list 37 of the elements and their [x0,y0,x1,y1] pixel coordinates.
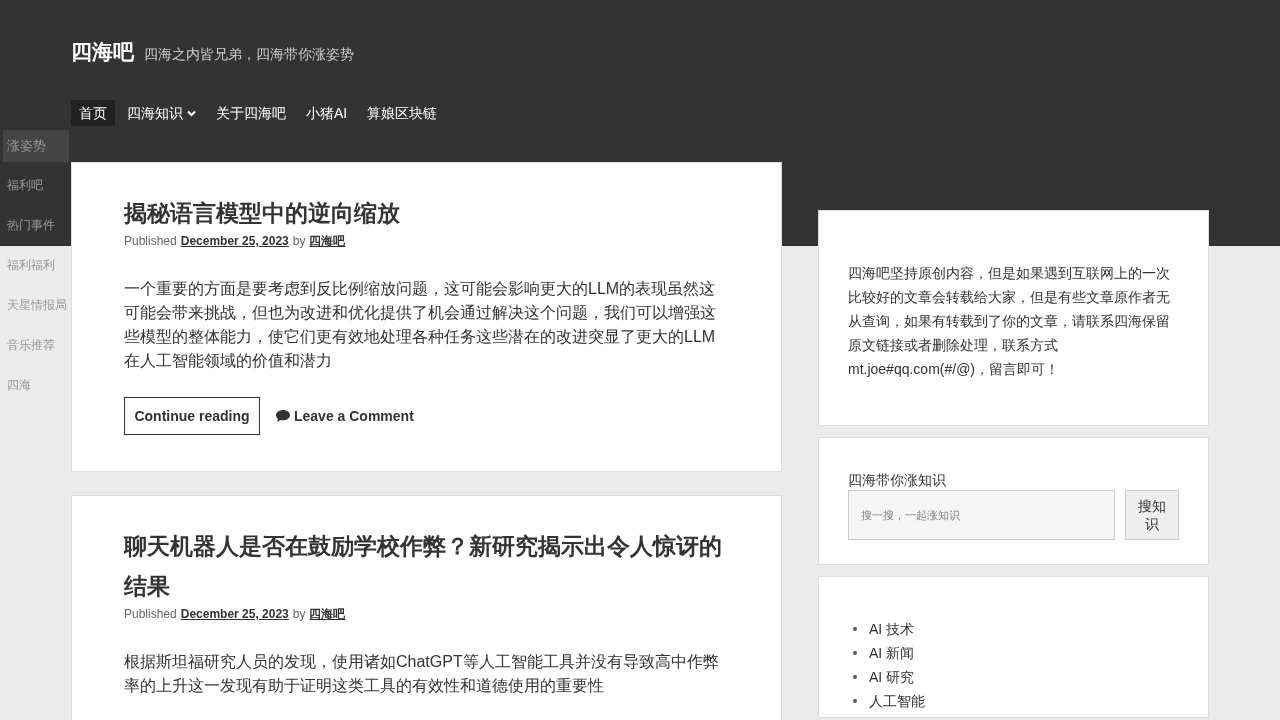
comment-link[interactable]: Leave a Comment [276,405,414,427]
bullet-icon [853,651,857,655]
bullet-icon [853,675,857,679]
author-link[interactable]: 四海吧 [309,606,346,622]
nav-link[interactable]: 算娘区块链 [359,100,446,126]
nav-link[interactable]: 首页 [71,100,115,126]
published-label: Published [124,606,177,622]
continue-reading-button[interactable]: Continue reading [124,397,260,435]
category-link[interactable]: AI 研究 [869,665,915,689]
site-title[interactable]: 四海吧 [71,36,134,68]
submenu-item[interactable]: 涨姿势 [3,130,69,162]
category-link[interactable]: AI 技术 [869,617,915,641]
about-text: 四海吧坚持原创内容，但是如果遇到互联网上的一次比较好的文章会转载给大家，但是有些文章原作者无从查询，如果有转载到了你的文章，请联系四海保留原文链接或者删除处理，联系方式mt.joe#qq.com(#/@)，留言即可！ [848,264,1171,379]
speech-bubble-icon [276,410,290,422]
post-date-link[interactable]: December 25, 2023 [180,606,289,622]
search-button[interactable]: 搜知识 [1125,490,1179,540]
post-date-link[interactable]: December 25, 2023 [180,233,289,249]
published-label: Published [124,233,177,249]
post-excerpt: 根据斯坦福研究人员的发现，使用诸如ChatGPT等人工智能工具并没有导致高中作弊率的上升这一发现有助于证明这类工具的有效性和道德使用的重要性 [124,652,719,696]
by-label: by [292,606,306,622]
post-excerpt: 一个重要的方面是要考虑到反比例缩放问题，这可能会影响更大的LLM的表现虽然这可能会带来挑战，但也为改进和优化提供了机会通过解决这个问题，我们可以增强这些模型的整体能力，使它们更有效地处理各种任务这些潜在的改进突显了更大的LLM在人工智能领域的价值和潜力 [124,279,717,371]
post-title[interactable]: 揭秘语言模型中的逆向缩放 [124,193,734,233]
author-link[interactable]: 四海吧 [309,233,346,249]
bullet-icon [853,627,857,631]
by-label: by [292,233,306,249]
site-tagline: 四海之内皆兄弟，四海带你涨姿势 [144,45,354,64]
submenu-item[interactable]: 热门事件 [7,216,55,234]
nav-link[interactable]: 四海知识 [119,100,204,126]
category-link[interactable]: AI 新闻 [869,641,915,665]
nav-link[interactable]: 关于四海吧 [208,100,294,126]
category-link[interactable]: 人工智能 [869,689,925,713]
submenu-item[interactable]: 福利吧 [7,176,43,194]
nav-link[interactable]: 小猪AI [298,100,356,126]
search-field[interactable]: 搜一搜，一起涨知识 [848,490,1116,540]
search-label: 四海带你涨知识 [848,471,947,490]
post-title[interactable]: 聊天机器人是否在鼓励学校作弊？新研究揭示出令人惊讶的结果 [124,526,734,606]
bullet-icon [853,699,857,703]
